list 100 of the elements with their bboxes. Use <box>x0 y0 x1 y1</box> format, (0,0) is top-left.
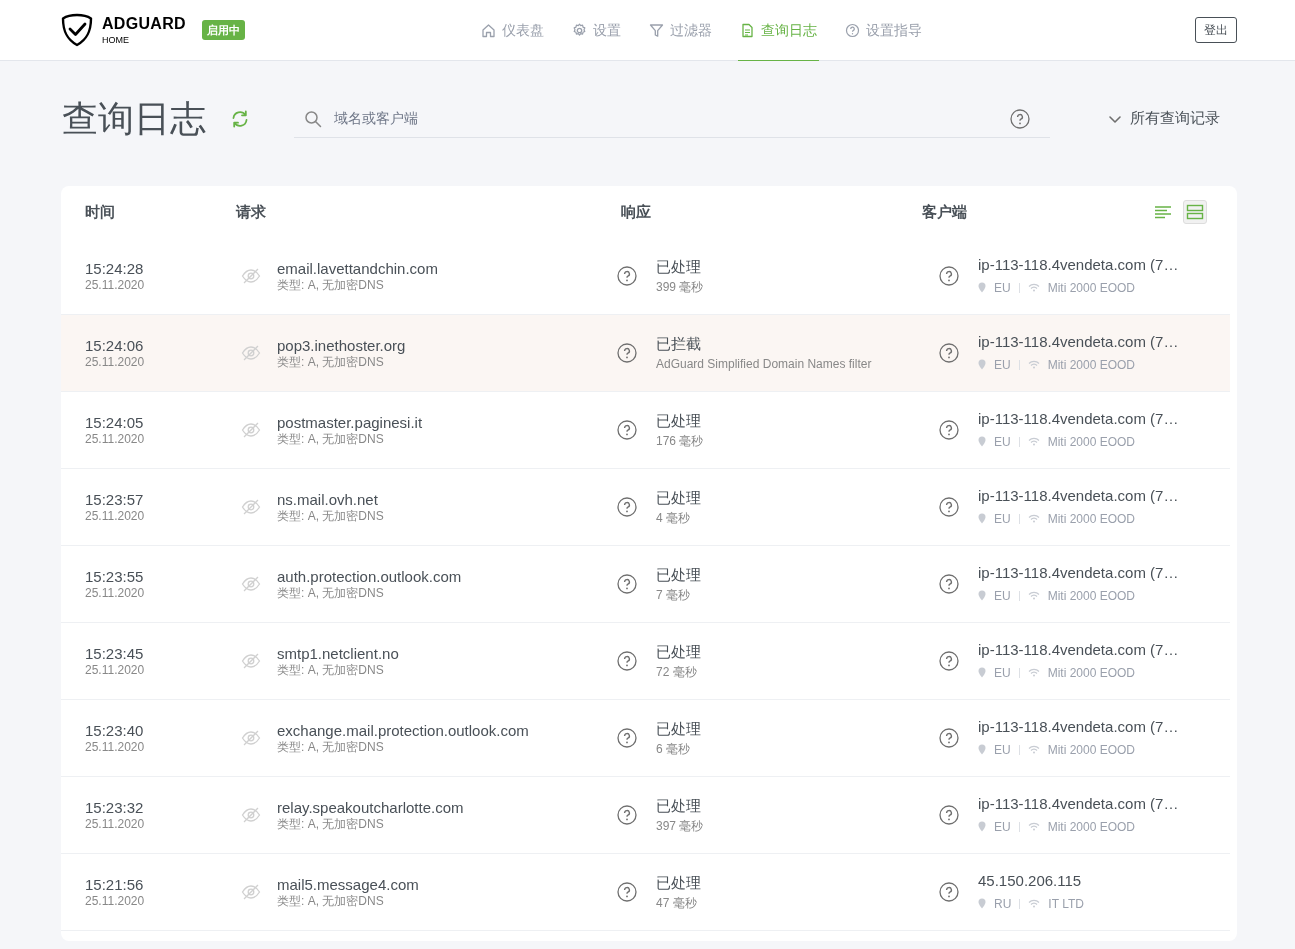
client-name: ip-113-118.4vendeta.com (7… <box>978 332 1179 352</box>
wifi-icon <box>1028 899 1041 909</box>
country-text: EU <box>994 818 1011 836</box>
domain-text: pop3.inethoster.org <box>277 335 406 356</box>
help-icon[interactable] <box>617 728 637 749</box>
response-detail: 7 毫秒 <box>656 588 691 604</box>
response-detail: 176 毫秒 <box>656 434 704 450</box>
help-icon[interactable] <box>939 651 959 672</box>
help-icon[interactable] <box>1010 108 1030 129</box>
logout-button[interactable]: 登出 <box>1195 17 1237 43</box>
help-icon[interactable] <box>617 497 637 518</box>
country-text: EU <box>994 741 1011 759</box>
client-name: ip-113-118.4vendeta.com (7… <box>978 717 1179 737</box>
help-icon[interactable] <box>617 805 637 826</box>
status-text: 已处理 <box>656 256 702 277</box>
wifi-icon <box>1027 668 1040 678</box>
help-icon[interactable] <box>939 728 959 749</box>
column-header: 客户端 <box>922 201 967 222</box>
client-name: ip-113-118.4vendeta.com (7… <box>978 563 1179 583</box>
help-icon[interactable] <box>617 651 637 672</box>
network-text: Miti 2000 EOOD <box>1047 587 1136 605</box>
view-toggle-button[interactable] <box>1183 200 1207 225</box>
help-icon[interactable] <box>617 420 637 441</box>
nav-tab[interactable]: 仪表盘 <box>478 0 546 61</box>
date-text: 25.11.2020 <box>85 355 146 371</box>
domain-text: ns.mail.ovh.net <box>277 489 379 510</box>
date-text: 25.11.2020 <box>85 586 146 602</box>
date-text: 25.11.2020 <box>85 509 146 525</box>
domain-text: exchange.mail.protection.outlook.com <box>277 720 529 741</box>
column-header: 响应 <box>621 201 651 222</box>
time-text: 15:23:40 <box>85 720 145 741</box>
type-text: 类型: A, 无加密DNS <box>277 509 384 525</box>
type-text: 类型: A, 无加密DNS <box>277 586 385 602</box>
rows-icon <box>1186 204 1204 221</box>
client-name: ip-113-118.4vendeta.com (7… <box>978 486 1179 506</box>
network-text: Miti 2000 EOOD <box>1047 279 1136 297</box>
nav-tab[interactable]: 设置 <box>569 0 623 61</box>
date-text: 25.11.2020 <box>85 278 146 294</box>
search-field[interactable]: 域名或客户端 <box>294 99 1050 138</box>
help-icon[interactable] <box>617 343 637 364</box>
date-text: 25.11.2020 <box>85 817 146 833</box>
help-icon[interactable] <box>939 343 959 364</box>
network-text: Miti 2000 EOOD <box>1047 356 1136 374</box>
status-text: 已处理 <box>656 487 701 508</box>
wifi-icon <box>1027 822 1040 832</box>
type-text: 类型: A, 无加密DNS <box>277 740 385 756</box>
filter-icon <box>648 22 664 38</box>
location-pin-icon <box>978 821 986 833</box>
time-text: 15:24:28 <box>85 258 145 279</box>
help-icon[interactable] <box>617 574 637 595</box>
response-detail: 397 毫秒 <box>656 819 704 835</box>
help-icon[interactable] <box>939 420 959 441</box>
domain-text: email.lavettandchin.com <box>277 258 438 279</box>
status-text: 已处理 <box>656 641 701 662</box>
help-icon[interactable] <box>617 266 637 287</box>
date-text: 25.11.2020 <box>85 740 146 756</box>
nav-tab[interactable]: 过滤器 <box>646 0 714 61</box>
location-pin-icon <box>978 436 986 448</box>
wifi-icon <box>1027 745 1040 755</box>
status-text: 已处理 <box>656 564 701 585</box>
nav-tab[interactable]: 设置指导 <box>842 0 924 61</box>
network-text: Miti 2000 EOOD <box>1047 741 1136 759</box>
country-text: EU <box>994 433 1011 451</box>
help-icon[interactable] <box>939 805 959 826</box>
gear-icon <box>571 22 587 38</box>
help-icon[interactable] <box>939 882 959 903</box>
date-text: 25.11.2020 <box>85 432 146 448</box>
location-pin-icon <box>978 744 986 756</box>
logo-subtitle: HOME <box>102 35 130 45</box>
help-icon[interactable] <box>939 574 959 595</box>
home-icon <box>480 22 496 38</box>
client-name: ip-113-118.4vendeta.com (7… <box>978 409 1179 429</box>
wifi-icon <box>1027 591 1040 601</box>
help-icon[interactable] <box>939 266 959 287</box>
column-header: 请求 <box>236 201 266 222</box>
client-name: ip-113-118.4vendeta.com (7… <box>978 640 1179 660</box>
client-name: ip-113-118.4vendeta.com (7… <box>978 794 1179 814</box>
client-name: 45.150.206.115 <box>978 871 1083 891</box>
domain-text: mail5.message4.com <box>277 874 419 895</box>
filter-dropdown[interactable]: 所有查询记录 <box>1108 107 1220 130</box>
nav-tab[interactable]: 查询日志 <box>737 0 819 61</box>
date-text: 25.11.2020 <box>85 663 146 679</box>
network-text: Miti 2000 EOOD <box>1047 433 1136 451</box>
help-icon[interactable] <box>617 882 637 903</box>
wifi-icon <box>1027 514 1040 524</box>
client-name: ip-113-118.4vendeta.com (7… <box>978 255 1179 275</box>
type-text: 类型: A, 无加密DNS <box>277 663 385 679</box>
lines-icon <box>1154 205 1172 220</box>
location-pin-icon <box>978 898 986 910</box>
wifi-icon <box>1027 283 1040 293</box>
domain-text: postmaster.paginesi.it <box>277 412 423 433</box>
time-text: 15:24:06 <box>85 335 145 356</box>
country-text: EU <box>994 587 1011 605</box>
refresh-icon <box>230 109 250 130</box>
domain-text: smtp1.netclient.no <box>277 643 399 664</box>
country-text: EU <box>994 356 1011 374</box>
time-text: 15:21:56 <box>85 874 145 895</box>
time-text: 15:23:45 <box>85 643 145 664</box>
help-icon[interactable] <box>939 497 959 518</box>
location-pin-icon <box>978 359 986 371</box>
